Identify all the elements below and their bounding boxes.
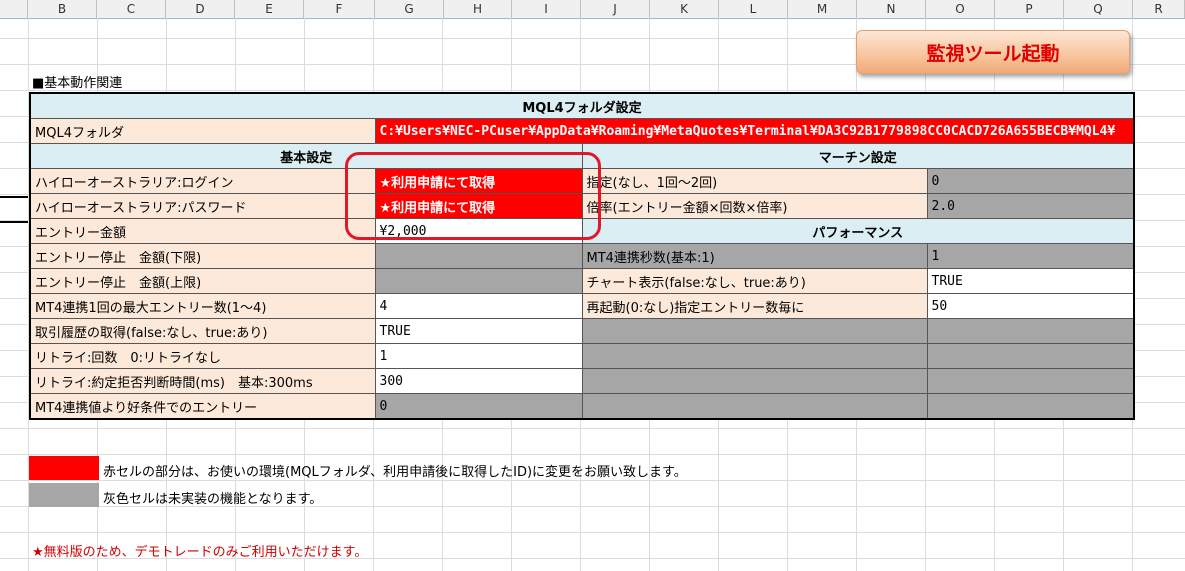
- col-l[interactable]: L: [719, 0, 788, 18]
- login-label: ハイローオーストラリア:ログイン: [29, 168, 376, 194]
- empty-gray-cell: [926, 318, 1135, 344]
- better-entry-label: MT4連携値より好条件でのエントリー: [29, 393, 376, 420]
- col-g[interactable]: G: [375, 0, 444, 18]
- col-e[interactable]: E: [235, 0, 304, 18]
- column-header-bar: B C D E F G H I J K L M N O P Q R: [0, 0, 1185, 19]
- chart-display-label: チャート表示(false:なし、true:あり): [581, 268, 928, 294]
- free-version-note: ★無料版のため、デモトレードのみご利用いただけます。: [32, 545, 368, 560]
- martin-count-value-cell[interactable]: 0: [926, 168, 1135, 194]
- empty-gray-cell: [581, 368, 928, 394]
- col-b[interactable]: B: [28, 0, 97, 18]
- history-value-cell[interactable]: TRUE: [374, 318, 583, 344]
- col-f[interactable]: F: [304, 0, 375, 18]
- empty-gray-cell: [926, 393, 1135, 420]
- mql-folder-path-cell[interactable]: C:¥Users¥NEC-PCuser¥AppData¥Roaming¥Meta…: [374, 118, 1135, 144]
- empty-gray-cell: [581, 343, 928, 369]
- max-entries-label: MT4連携1回の最大エントリー数(1〜4): [29, 293, 376, 319]
- stop-upper-label: エントリー停止 金額(上限): [29, 268, 376, 294]
- col-o[interactable]: O: [926, 0, 995, 18]
- mt4-seconds-value-cell[interactable]: 1: [926, 243, 1135, 269]
- stop-upper-value-cell[interactable]: [374, 268, 583, 294]
- restart-label: 再起動(0:なし)指定エントリー数毎に: [581, 293, 928, 319]
- retry-count-value-cell[interactable]: 1: [374, 343, 583, 369]
- password-value-cell[interactable]: ★利用申請にて取得: [374, 193, 583, 219]
- settings-table: MQL4フォルダ設定 MQL4フォルダ C:¥Users¥NEC-PCuser¥…: [29, 92, 1136, 420]
- legend-red-swatch: [29, 456, 99, 480]
- empty-gray-cell: [581, 393, 928, 420]
- col-k[interactable]: K: [650, 0, 719, 18]
- mt4-seconds-label: MT4連携秒数(基本:1): [581, 243, 928, 269]
- col-c[interactable]: C: [97, 0, 166, 18]
- mql-folder-header: MQL4フォルダ設定: [29, 92, 1135, 119]
- login-value-cell[interactable]: ★利用申請にて取得: [374, 168, 583, 194]
- empty-gray-cell: [926, 343, 1135, 369]
- martin-multiplier-label: 倍率(エントリー金額×回数×倍率): [581, 193, 928, 219]
- row-marker: [0, 196, 28, 198]
- stop-lower-label: エントリー停止 金額(下限): [29, 243, 376, 269]
- col-i[interactable]: I: [512, 0, 581, 18]
- retry-count-label: リトライ:回数 0:リトライなし: [29, 343, 376, 369]
- row-marker: [0, 221, 28, 223]
- legend-gray-text: 灰色セルは未実装の機能となります。: [103, 492, 323, 507]
- mql-folder-label: MQL4フォルダ: [29, 118, 376, 144]
- entry-amount-label: エントリー金額: [29, 218, 376, 244]
- empty-gray-cell: [926, 368, 1135, 394]
- stop-lower-value-cell[interactable]: [374, 243, 583, 269]
- basic-settings-header: 基本設定: [29, 143, 583, 169]
- launch-monitor-button[interactable]: 監視ツール起動: [856, 30, 1130, 74]
- col-q[interactable]: Q: [1064, 0, 1133, 18]
- col-h[interactable]: H: [444, 0, 512, 18]
- retry-time-value-cell[interactable]: 300: [374, 368, 583, 394]
- max-entries-value-cell[interactable]: 4: [374, 293, 583, 319]
- performance-header: パフォーマンス: [581, 218, 1135, 244]
- restart-value-cell[interactable]: 50: [926, 293, 1135, 319]
- martin-count-label: 指定(なし、1回〜2回): [581, 168, 928, 194]
- col-r[interactable]: R: [1133, 0, 1185, 18]
- chart-display-value-cell[interactable]: TRUE: [926, 268, 1135, 294]
- legend-red-text: 赤セルの部分は、お使いの環境(MQLフォルダ、利用申請後に取得したID)に変更を…: [103, 465, 687, 480]
- password-label: ハイローオーストラリア:パスワード: [29, 193, 376, 219]
- col-p[interactable]: P: [995, 0, 1064, 18]
- better-entry-value-cell[interactable]: 0: [374, 393, 583, 420]
- martingale-settings-header: マーチン設定: [581, 143, 1135, 169]
- col-d[interactable]: D: [166, 0, 235, 18]
- history-label: 取引履歴の取得(false:なし、true:あり): [29, 318, 376, 344]
- empty-gray-cell: [581, 318, 928, 344]
- section-title: ■基本動作関連: [32, 76, 123, 91]
- corner-cell[interactable]: [0, 0, 28, 18]
- retry-time-label: リトライ:約定拒否判断時間(ms) 基本:300ms: [29, 368, 376, 394]
- col-m[interactable]: M: [788, 0, 857, 18]
- entry-amount-value-cell[interactable]: ¥2,000: [374, 218, 583, 244]
- legend-gray-swatch: [29, 483, 99, 507]
- col-j[interactable]: J: [581, 0, 650, 18]
- martin-multiplier-value-cell[interactable]: 2.0: [926, 193, 1135, 219]
- col-n[interactable]: N: [857, 0, 926, 18]
